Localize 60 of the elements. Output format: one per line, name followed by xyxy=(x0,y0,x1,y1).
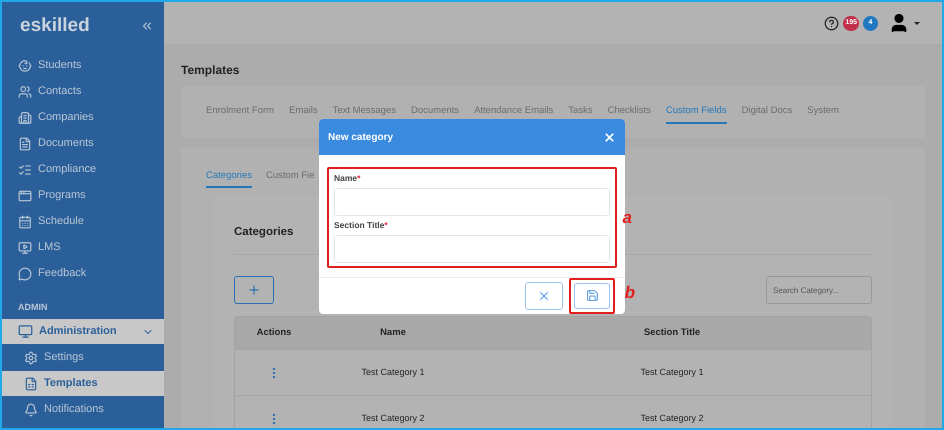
save-icon xyxy=(586,289,598,302)
tab[interactable]: Emails xyxy=(289,100,318,124)
chat-icon xyxy=(18,266,32,280)
sidebar-item[interactable]: Compliance xyxy=(2,156,164,182)
monitor-icon xyxy=(18,324,33,339)
caret-icon[interactable] xyxy=(914,22,920,24)
column-header: Name xyxy=(379,326,407,340)
sidebar-item[interactable]: Companies xyxy=(2,104,164,130)
people-icon xyxy=(18,84,32,98)
tab[interactable]: System xyxy=(807,100,839,124)
table-cell-text: Test Category 2 xyxy=(639,412,705,425)
bell-icon xyxy=(24,402,38,416)
field-label: Name* xyxy=(334,172,362,185)
spreadsheet-icon xyxy=(24,376,38,390)
tab[interactable]: Custom Fie xyxy=(266,166,315,188)
modal-title: New category xyxy=(328,130,394,144)
save-button[interactable] xyxy=(574,282,610,309)
sidebar-item[interactable]: Templates xyxy=(2,371,164,396)
annotation-label: b xyxy=(624,282,635,304)
checklist-icon xyxy=(18,162,32,176)
annotation-label: a xyxy=(622,207,632,229)
sidebar-item[interactable]: Feedback xyxy=(2,260,164,286)
plus-icon xyxy=(247,283,261,298)
page-title: Templates xyxy=(181,62,240,79)
sidebar-item[interactable]: Schedule xyxy=(2,208,164,234)
column-header: Section Title xyxy=(642,326,702,340)
calendar-icon xyxy=(18,214,32,228)
column-header: Actions xyxy=(256,326,292,340)
help-icon[interactable] xyxy=(824,16,840,30)
close-icon[interactable] xyxy=(603,130,616,144)
tab[interactable]: Custom Fields xyxy=(666,100,727,124)
logo: eskilled xyxy=(20,14,90,38)
search-field[interactable]: Search Category... xyxy=(766,276,872,304)
table-cell-text: Test Category 2 xyxy=(360,412,426,425)
table-cell-text: Test Category 1 xyxy=(360,366,426,379)
tab[interactable]: Categories xyxy=(206,166,252,188)
screen-icon xyxy=(18,240,32,254)
settings-icon xyxy=(24,350,38,364)
input-field[interactable] xyxy=(334,188,610,216)
tab[interactable]: Checklists xyxy=(608,100,651,124)
sidebar-item[interactable]: Programs xyxy=(2,182,164,208)
field-label: Section Title* xyxy=(334,218,389,232)
tab[interactable]: Enrolment Form xyxy=(206,100,274,124)
cancel-button[interactable] xyxy=(525,282,563,310)
sidebar-item[interactable]: Settings xyxy=(2,345,164,370)
window-icon xyxy=(18,188,32,202)
sidebar-item[interactable]: Students xyxy=(2,52,164,78)
table-cell-text: Test Category 1 xyxy=(639,366,705,379)
sidebar-item[interactable]: Notifications xyxy=(2,397,164,422)
card-title: Categories xyxy=(234,225,294,240)
sidebar-item[interactable]: Documents xyxy=(2,130,164,156)
tab[interactable]: Digital Docs xyxy=(742,100,792,124)
section-label: ADMIN xyxy=(18,300,48,314)
document-icon xyxy=(18,136,32,150)
sidebar-item[interactable]: Contacts xyxy=(2,78,164,104)
building-icon xyxy=(18,110,32,124)
add-button[interactable] xyxy=(234,276,274,304)
sidebar-group[interactable]: Administration xyxy=(2,319,164,344)
input-field[interactable] xyxy=(334,234,610,262)
sidebar-item[interactable]: LMS xyxy=(2,234,164,260)
